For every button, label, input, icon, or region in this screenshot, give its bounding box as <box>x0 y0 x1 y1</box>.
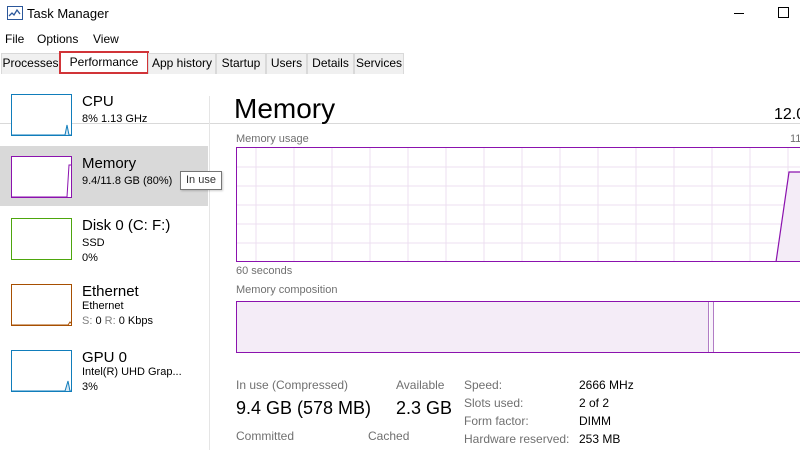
resource-detail-disk-type: SSD <box>82 237 105 249</box>
resource-detail-disk-usage: 0% <box>82 252 98 264</box>
resource-item-disk[interactable]: Disk 0 (C: F:) SSD 0% <box>0 208 208 268</box>
send-value: 0 <box>95 315 102 327</box>
maximize-button[interactable] <box>778 7 789 18</box>
tab-strip: Processes Performance App history Startu… <box>0 51 800 124</box>
resource-name-gpu: GPU 0 <box>82 349 128 366</box>
memory-composition-label: Memory composition <box>236 284 338 296</box>
menu-options[interactable]: Options <box>37 32 78 46</box>
cached-label: Cached <box>368 429 410 443</box>
disk-thumbnail-graph <box>11 218 72 260</box>
tab-users[interactable]: Users <box>266 53 307 74</box>
resource-name-ethernet: Ethernet <box>82 283 139 300</box>
form-factor-value: DIMM <box>579 414 611 428</box>
in-use-value: 9.4 GB (578 MB) <box>236 398 372 418</box>
resource-detail-cpu: 8% 1.13 GHz <box>82 113 148 125</box>
available-label: Available <box>396 378 445 392</box>
resource-detail-gpu: Intel(R) UHD Grap... <box>82 366 182 378</box>
resource-item-cpu[interactable]: CPU 8% 1.13 GHz <box>0 84 208 144</box>
memory-usage-max: 11 <box>790 133 800 145</box>
memory-thumbnail-graph <box>11 156 72 198</box>
tooltip: In use <box>180 171 222 190</box>
resource-detail-ethernet-throughput: S: 0 R: 0 Kbps <box>82 315 153 327</box>
page-title: Memory <box>234 93 336 124</box>
hardware-reserved-label: Hardware reserved: <box>464 432 570 446</box>
composition-in-use-segment <box>237 302 709 352</box>
resource-item-gpu[interactable]: GPU 0 Intel(R) UHD Grap... 3% <box>0 340 208 400</box>
title-bar: Task Manager <box>0 0 800 29</box>
resource-list: CPU 8% 1.13 GHz Memory 9.4/11.8 GB (80%)… <box>0 84 208 450</box>
memory-usage-label: Memory usage <box>236 133 309 145</box>
resource-name-cpu: CPU <box>82 93 114 110</box>
resource-item-memory[interactable]: Memory 9.4/11.8 GB (80%) <box>0 146 208 206</box>
slots-used-label: Slots used: <box>464 396 524 410</box>
resource-detail-gpu-usage: 3% <box>82 381 98 393</box>
receive-value: 0 Kbps <box>118 315 153 327</box>
resource-item-ethernet[interactable]: Ethernet Ethernet S: 0 R: 0 Kbps <box>0 274 208 334</box>
speed-label: Speed: <box>464 378 503 392</box>
receive-label: R: <box>104 315 116 327</box>
slots-used-value: 2 of 2 <box>579 396 610 410</box>
gpu-thumbnail-graph <box>11 350 72 392</box>
memory-composition-bar <box>236 301 800 353</box>
time-span-label: 60 seconds <box>236 265 293 277</box>
total-capacity: 12.0 <box>774 106 800 123</box>
menu-file[interactable]: File <box>5 32 24 46</box>
resource-detail-ethernet: Ethernet <box>82 300 124 312</box>
tab-details[interactable]: Details <box>307 53 354 74</box>
tab-performance[interactable]: Performance <box>59 51 149 74</box>
window-title: Task Manager <box>27 6 109 21</box>
task-manager-icon <box>7 6 23 20</box>
committed-label: Committed <box>236 429 295 443</box>
resource-name-disk: Disk 0 (C: F:) <box>82 217 171 234</box>
available-value: 2.3 GB <box>396 398 453 418</box>
send-label: S: <box>82 315 93 327</box>
panel-divider <box>209 96 210 450</box>
tab-app-history[interactable]: App history <box>148 53 216 74</box>
speed-value: 2666 MHz <box>579 378 634 392</box>
resource-detail-memory: 9.4/11.8 GB (80%) <box>82 175 173 187</box>
cpu-thumbnail-graph <box>11 94 72 136</box>
composition-modified-segment <box>710 302 714 352</box>
form-factor-label: Form factor: <box>464 414 529 428</box>
ethernet-thumbnail-graph <box>11 284 72 326</box>
tab-services[interactable]: Services <box>354 53 404 74</box>
in-use-label: In use (Compressed) <box>236 378 349 392</box>
minimize-button[interactable] <box>734 13 744 14</box>
resource-name-memory: Memory <box>82 155 137 172</box>
memory-usage-graph <box>236 147 800 262</box>
tab-processes[interactable]: Processes <box>1 53 60 74</box>
tab-startup[interactable]: Startup <box>216 53 266 74</box>
menu-view[interactable]: View <box>93 32 119 46</box>
hardware-reserved-value: 253 MB <box>579 432 621 446</box>
